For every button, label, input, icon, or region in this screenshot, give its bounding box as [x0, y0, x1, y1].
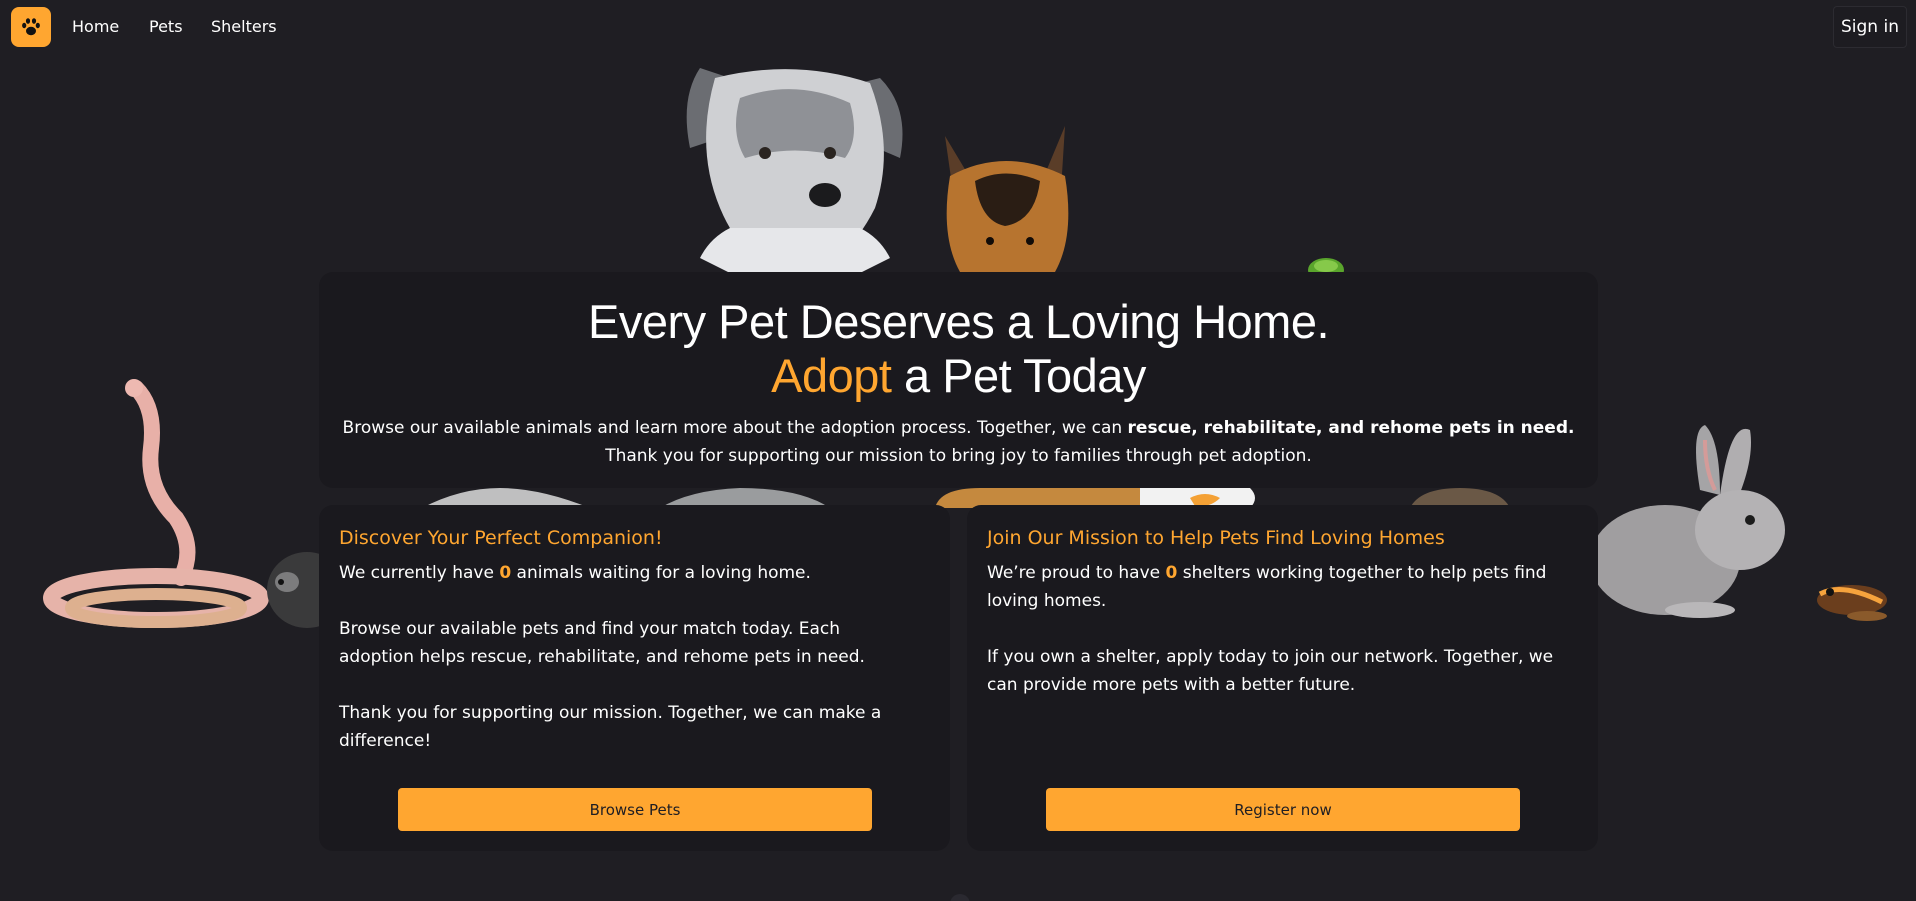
shelters-count: 0 — [1165, 563, 1178, 583]
pets-card-body: We currently have 0 animals waiting for … — [339, 559, 920, 783]
nav-shelters-link[interactable]: Shelters — [211, 17, 277, 36]
pets-card-paragraph-3: Thank you for supporting our mission. To… — [339, 703, 882, 751]
paw-logo[interactable] — [11, 7, 51, 47]
nav-pets-link[interactable]: Pets — [149, 17, 183, 36]
frog-icon — [1817, 585, 1887, 621]
shelters-card-paragraph-2: If you own a shelter, apply today to joi… — [987, 647, 1554, 695]
hero-desc-text-end: Thank you for supporting our mission to … — [605, 446, 1312, 466]
hero-title: Every Pet Deserves a Loving Home. — [587, 295, 1330, 348]
shelters-card: Join Our Mission to Help Pets Find Lovin… — [967, 505, 1598, 851]
hero-subtitle: Adopt a Pet Today — [319, 348, 1598, 403]
hero-description: Browse our available animals and learn m… — [339, 414, 1578, 470]
pets-card-paragraph-2: Browse our available pets and find your … — [339, 619, 865, 667]
hero-desc-text: Browse our available animals and learn m… — [342, 418, 1128, 438]
pets-count-text: We currently have 0 animals waiting for … — [339, 559, 920, 587]
shepherd-dog-icon — [945, 126, 1069, 272]
shelters-card-body: We’re proud to have 0 shelters working t… — [987, 559, 1568, 727]
hero-desc-bold: rescue, rehabilitate, and rehome pets in… — [1127, 418, 1575, 438]
hero-accent-word: Adopt — [771, 349, 892, 402]
pets-card: Discover Your Perfect Companion! We curr… — [319, 505, 950, 851]
nav-home-link[interactable]: Home — [72, 17, 119, 36]
hero-panel: Every Pet Deserves a Loving Home. Adopt … — [319, 272, 1598, 488]
register-now-button[interactable]: Register now — [1046, 788, 1520, 831]
dog-icon — [686, 68, 903, 273]
pets-count-prefix: We currently have — [339, 563, 500, 583]
signin-button[interactable]: Sign in — [1833, 6, 1907, 48]
snake-icon — [43, 379, 269, 628]
pets-count-suffix: animals waiting for a loving home. — [511, 563, 811, 583]
paw-icon — [22, 18, 40, 36]
shelters-card-title: Join Our Mission to Help Pets Find Lovin… — [987, 527, 1445, 549]
guinea-pig-icon — [267, 552, 319, 628]
scroll-indicator[interactable] — [950, 894, 970, 901]
top-navbar: Home Pets Shelters Sign in — [0, 0, 1916, 54]
browse-pets-button[interactable]: Browse Pets — [398, 788, 872, 831]
hero-subtitle-rest: a Pet Today — [891, 349, 1146, 402]
shelters-count-prefix: We’re proud to have — [987, 563, 1166, 583]
rabbit-icon — [1590, 425, 1785, 618]
shelters-count-text: We’re proud to have 0 shelters working t… — [987, 559, 1568, 615]
pets-count: 0 — [499, 563, 512, 583]
pets-card-title: Discover Your Perfect Companion! — [339, 527, 663, 549]
